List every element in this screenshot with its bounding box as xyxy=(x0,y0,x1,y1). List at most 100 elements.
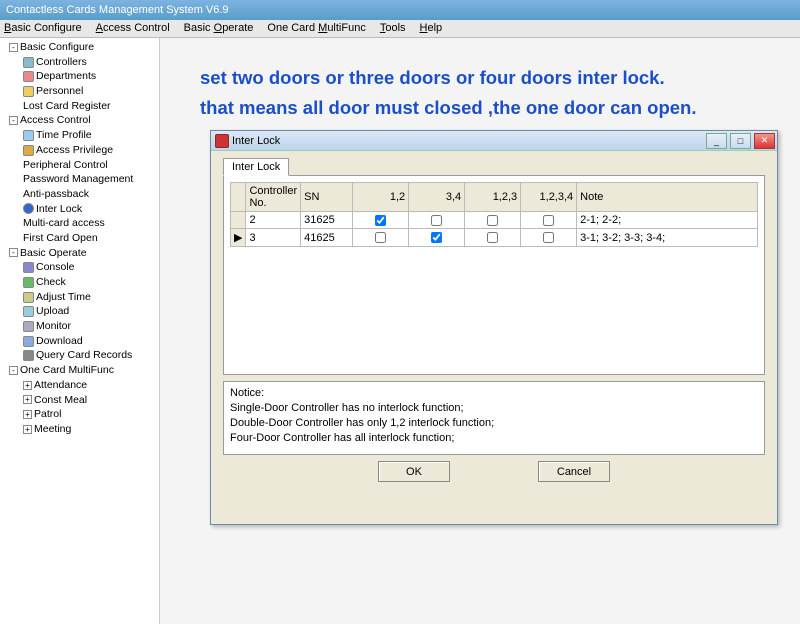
tree-console[interactable]: Console xyxy=(36,260,75,275)
ok-button[interactable]: OK xyxy=(378,461,450,482)
info-icon xyxy=(23,203,34,214)
checkbox-12[interactable] xyxy=(375,215,386,226)
tree-lost-card[interactable]: Lost Card Register xyxy=(23,99,111,114)
controllers-icon xyxy=(23,57,34,68)
collapse-icon[interactable]: - xyxy=(9,116,18,125)
annotation-text: set two doors or three doors or four doo… xyxy=(200,63,697,122)
checkbox-1234[interactable] xyxy=(543,232,554,243)
tree-check[interactable]: Check xyxy=(36,275,66,290)
app-title: Contactless Cards Management System V6.9 xyxy=(6,4,229,16)
tree-departments[interactable]: Departments xyxy=(36,69,96,84)
col-note[interactable]: Note xyxy=(577,183,758,212)
tree-password[interactable]: Password Management xyxy=(23,172,133,187)
notice-line3: Four-Door Controller has all interlock f… xyxy=(230,431,758,446)
tree-time-profile[interactable]: Time Profile xyxy=(36,128,92,143)
menu-multifunc[interactable]: One Card MultiFunc xyxy=(267,22,365,35)
menu-basic-configure[interactable]: Basic Configure xyxy=(4,22,82,35)
time-icon xyxy=(23,130,34,141)
cell-sn[interactable]: 31625 xyxy=(301,212,353,229)
notice-title: Notice: xyxy=(230,386,758,401)
cancel-button[interactable]: Cancel xyxy=(538,461,610,482)
tree-download[interactable]: Download xyxy=(36,334,83,349)
tree-first-card[interactable]: First Card Open xyxy=(23,231,98,246)
close-button[interactable]: ✕ xyxy=(754,133,775,149)
checkbox-1234[interactable] xyxy=(543,215,554,226)
tree-inter-lock[interactable]: Inter Lock xyxy=(36,202,82,217)
row-indicator xyxy=(231,212,246,229)
col-sn[interactable]: SN xyxy=(301,183,353,212)
notice-line2: Double-Door Controller has only 1,2 inte… xyxy=(230,416,758,431)
tree-periph[interactable]: Peripheral Control xyxy=(23,158,108,173)
table-row[interactable]: ▶341625 3-1; 3-2; 3-3; 3-4; xyxy=(231,229,758,247)
tree-access-control[interactable]: Access Control xyxy=(20,113,91,128)
tree-adjust[interactable]: Adjust Time xyxy=(36,290,91,305)
download-icon xyxy=(23,336,34,347)
console-icon xyxy=(23,262,34,273)
upload-icon xyxy=(23,306,34,317)
row-indicator-header xyxy=(231,183,246,212)
notice-line1: Single-Door Controller has no interlock … xyxy=(230,401,758,416)
tree-const-meal[interactable]: Const Meal xyxy=(34,393,87,408)
interlock-table: Controller No. SN 1,2 3,4 1,2,3 1,2,3,4 … xyxy=(230,182,758,247)
cell-ctrl[interactable]: 3 xyxy=(246,229,301,247)
menu-access-control[interactable]: Access Control xyxy=(96,22,170,35)
cell-sn[interactable]: 41625 xyxy=(301,229,353,247)
tree-access-priv[interactable]: Access Privilege xyxy=(36,143,113,158)
maximize-button[interactable]: □ xyxy=(730,133,751,149)
tab-inter-lock[interactable]: Inter Lock xyxy=(223,158,289,176)
checkbox-123[interactable] xyxy=(487,232,498,243)
annotation-line2: that means all door must closed ,the one… xyxy=(200,93,697,123)
row-indicator: ▶ xyxy=(231,229,246,247)
tree-basic-operate[interactable]: Basic Operate xyxy=(20,246,87,261)
checkbox-34[interactable] xyxy=(431,232,442,243)
table-row[interactable]: 231625 2-1; 2-2; xyxy=(231,212,758,229)
tree-basic-configure[interactable]: Basic Configure xyxy=(20,40,94,55)
dialog-title-bar[interactable]: Inter Lock _ □ ✕ xyxy=(211,131,777,151)
tree-controllers[interactable]: Controllers xyxy=(36,55,87,70)
tree-query[interactable]: Query Card Records xyxy=(36,348,132,363)
clock-icon xyxy=(23,292,34,303)
expand-icon[interactable]: + xyxy=(23,410,32,419)
tree-personnel[interactable]: Personnel xyxy=(36,84,83,99)
col-34[interactable]: 3,4 xyxy=(409,183,465,212)
minimize-button[interactable]: _ xyxy=(706,133,727,149)
expand-icon[interactable]: + xyxy=(23,381,32,390)
tree-monitor[interactable]: Monitor xyxy=(36,319,71,334)
menu-tools[interactable]: Tools xyxy=(380,22,406,35)
expand-icon[interactable]: + xyxy=(23,425,32,434)
inter-lock-dialog: Inter Lock _ □ ✕ Inter Lock Controller N… xyxy=(210,130,778,525)
tree-patrol[interactable]: Patrol xyxy=(34,407,61,422)
app-title-bar: Contactless Cards Management System V6.9 xyxy=(0,0,800,20)
personnel-icon xyxy=(23,86,34,97)
collapse-icon[interactable]: - xyxy=(9,43,18,52)
notice-box: Notice: Single-Door Controller has no in… xyxy=(223,381,765,455)
col-12[interactable]: 1,2 xyxy=(353,183,409,212)
tree-multicard[interactable]: Multi-card access xyxy=(23,216,105,231)
checkbox-123[interactable] xyxy=(487,215,498,226)
checkbox-12[interactable] xyxy=(375,232,386,243)
departments-icon xyxy=(23,71,34,82)
cell-note[interactable]: 3-1; 3-2; 3-3; 3-4; xyxy=(577,229,758,247)
dialog-title: Inter Lock xyxy=(232,135,280,147)
content-area: set two doors or three doors or four doo… xyxy=(160,38,800,624)
dialog-icon xyxy=(215,134,229,148)
collapse-icon[interactable]: - xyxy=(9,248,18,257)
tree-multifunc[interactable]: One Card MultiFunc xyxy=(20,363,114,378)
menu-basic-operate[interactable]: Basic Operate xyxy=(184,22,254,35)
tree-meeting[interactable]: Meeting xyxy=(34,422,71,437)
tree-attendance[interactable]: Attendance xyxy=(34,378,87,393)
checkbox-34[interactable] xyxy=(431,215,442,226)
nav-tree: -Basic Configure Controllers Departments… xyxy=(0,38,160,624)
tree-upload[interactable]: Upload xyxy=(36,304,69,319)
cell-ctrl[interactable]: 2 xyxy=(246,212,301,229)
expand-icon[interactable]: + xyxy=(23,395,32,404)
cell-note[interactable]: 2-1; 2-2; xyxy=(577,212,758,229)
menu-help[interactable]: Help xyxy=(420,22,443,35)
tree-antipass[interactable]: Anti-passback xyxy=(23,187,89,202)
check-icon xyxy=(23,277,34,288)
col-1234[interactable]: 1,2,3,4 xyxy=(521,183,577,212)
annotation-line1: set two doors or three doors or four doo… xyxy=(200,63,697,93)
col-123[interactable]: 1,2,3 xyxy=(465,183,521,212)
col-controller[interactable]: Controller No. xyxy=(246,183,301,212)
collapse-icon[interactable]: - xyxy=(9,366,18,375)
